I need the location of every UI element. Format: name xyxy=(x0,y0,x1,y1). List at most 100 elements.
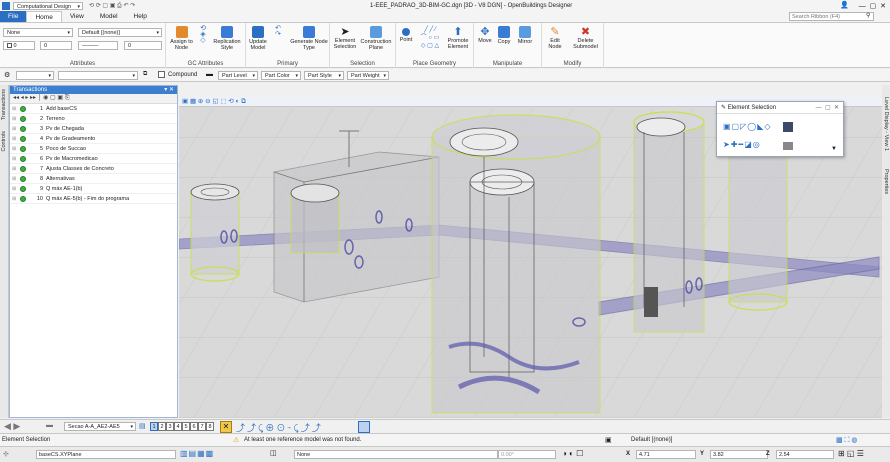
construction-plane-button[interactable]: Construction Plane xyxy=(358,26,394,51)
copy-button[interactable]: Copy xyxy=(495,26,513,45)
transaction-row[interactable]: ⊞ 1 Add baseCS xyxy=(10,104,177,114)
selection-mode-buttons[interactable]: ➤✚━◪◎ xyxy=(723,140,761,149)
part-color-select[interactable]: Part Color ▾ xyxy=(261,71,301,80)
coord-lock-icons[interactable]: ⊞ ◱ ☰ xyxy=(838,449,864,458)
transaction-row[interactable]: ⊞ 5 Poco de Succao xyxy=(10,144,177,154)
status-icons[interactable]: ▩ ⛶ ◍ xyxy=(836,436,858,445)
tab-file[interactable]: File xyxy=(0,11,27,22)
transaction-status-icon[interactable] xyxy=(20,105,26,112)
x-coordinate-field[interactable]: 4.71 xyxy=(636,450,696,459)
expand-icon[interactable]: ⊞ xyxy=(10,146,18,152)
saved-view-select[interactable]: Secao A-A_AE2-AE5 ▾ xyxy=(64,422,136,431)
weight-select[interactable]: 0 xyxy=(40,41,72,50)
user-icon[interactable]: 👤 xyxy=(840,1,849,9)
tool-icon[interactable]: ⧉ xyxy=(143,71,147,78)
selection-options-icon[interactable] xyxy=(783,142,793,150)
expand-icon[interactable]: ⊞ xyxy=(10,196,18,202)
expand-icon[interactable]: ⊞ xyxy=(10,136,18,142)
active-level-field[interactable]: None xyxy=(294,450,498,459)
transaction-status-icon[interactable] xyxy=(20,145,26,152)
z-coordinate-field[interactable]: 2.54 xyxy=(776,450,834,459)
view-button-4[interactable]: 4 xyxy=(174,422,182,431)
expand-icon[interactable]: ⊞ xyxy=(10,186,18,192)
transaction-row[interactable]: ⊞ 7 Ajusta Classes de Concreto xyxy=(10,164,177,174)
snap-button[interactable]: ✕ xyxy=(220,421,232,433)
transaction-row[interactable]: ⊞ 4 Pv de Gradeamento xyxy=(10,134,177,144)
tab-help[interactable]: Help xyxy=(126,11,155,22)
transaction-status-icon[interactable] xyxy=(20,135,26,142)
view-window-icon[interactable]: ▤ xyxy=(139,422,146,430)
angle-field[interactable]: 0.00° xyxy=(498,450,556,459)
view-button-3[interactable]: 3 xyxy=(166,422,174,431)
expand-icon[interactable]: ⊞ xyxy=(10,166,18,172)
transaction-row[interactable]: ⊞ 10 Q máx AE-5(b) - Fim do programa xyxy=(10,194,177,204)
undo-redo-button[interactable]: ↶ ↷ xyxy=(270,25,286,38)
transaction-row[interactable]: ⊞ 6 Pv de Macromedicao xyxy=(10,154,177,164)
edit-node-button[interactable]: ✎ Edit Node xyxy=(544,26,566,50)
generate-node-type-button[interactable]: Generate Node Type xyxy=(290,26,328,51)
promote-element-button[interactable]: ⬆ Promote Element xyxy=(444,26,472,50)
delete-submodel-button[interactable]: ✖ Delete Submodel xyxy=(569,26,602,50)
assign-to-node-button[interactable]: Assign to Node xyxy=(169,26,194,51)
move-button[interactable]: ✥ Move xyxy=(476,26,494,44)
transaction-status-icon[interactable] xyxy=(20,195,26,202)
side-tab-properties[interactable]: Properties xyxy=(883,169,889,194)
transaction-status-icon[interactable] xyxy=(20,185,26,192)
workflow-select[interactable]: Computational Design ▾ xyxy=(13,1,83,10)
y-coordinate-field[interactable]: 3.82 xyxy=(710,450,768,459)
transaction-row[interactable]: ⊞ 8 Alternativas xyxy=(10,174,177,184)
close-icon[interactable]: ▾ ✕ xyxy=(164,86,174,94)
view-button-2[interactable]: 2 xyxy=(158,422,166,431)
geometry-tools[interactable]: ╱ ╱ ⁄ ⌒ ○ ▭ ◇ ▢ △ xyxy=(416,26,444,50)
lock-icons[interactable]: ◑ ◐ ☐ xyxy=(562,449,583,458)
transaction-status-icon[interactable] xyxy=(20,115,26,122)
search-input[interactable] xyxy=(789,12,874,21)
transaction-row[interactable]: ⊞ 2 Terreno xyxy=(10,114,177,124)
tab-view[interactable]: View xyxy=(62,11,92,22)
compound-checkbox[interactable] xyxy=(158,71,165,78)
part-weight-select[interactable]: Part Weight ▾ xyxy=(347,71,389,80)
tab-model[interactable]: Model xyxy=(92,11,126,22)
side-tab-controls[interactable]: Controls xyxy=(1,131,7,151)
tab-home[interactable]: Home xyxy=(26,11,62,22)
attribute-tools[interactable]: ⟲ ◈ ◇ xyxy=(196,25,210,44)
transaction-status-icon[interactable] xyxy=(20,155,26,162)
side-tab-level-display[interactable]: Level Display - View 1 xyxy=(883,97,889,151)
point-button[interactable]: Point xyxy=(398,26,414,43)
part-level-select[interactable]: Part Level ▾ xyxy=(218,71,258,80)
search-icon[interactable]: ⚲ xyxy=(866,12,870,19)
expand-arrow-icon[interactable]: ▼ xyxy=(831,146,837,152)
clear-selection-icon[interactable] xyxy=(783,122,793,132)
element-selection-button[interactable]: ➤ Element Selection xyxy=(332,26,358,50)
transaction-status-icon[interactable] xyxy=(20,175,26,182)
mirror-button[interactable]: Mirror xyxy=(514,26,536,45)
close-icon[interactable]: — ▢ ✕ xyxy=(816,102,839,114)
transaction-row[interactable]: ⊞ 3 Pv de Chegada xyxy=(10,124,177,134)
expand-icon[interactable]: ⊞ xyxy=(10,106,18,112)
expand-icon[interactable]: ⊞ xyxy=(10,156,18,162)
level-select[interactable]: None ▾ xyxy=(3,28,73,37)
view-button-7[interactable]: 7 xyxy=(198,422,206,431)
view-tools[interactable]: ▣ ▦ ⊕ ⊖ ◱ ⬚ ⟲ ◐ ⧉ xyxy=(182,97,246,106)
transparency-field[interactable]: 0 xyxy=(124,41,162,50)
quick-access-toolbar[interactable]: ⟲ ⟳ ▢ ▣ ⎙ ↶ ↷ xyxy=(89,2,135,10)
linestyle-select[interactable]: ——— xyxy=(78,41,118,50)
transaction-status-icon[interactable] xyxy=(20,165,26,172)
view-button-1[interactable]: 1 xyxy=(150,422,158,431)
acs-field[interactable]: baseCS.XYPlane xyxy=(36,450,176,459)
accudraw-button[interactable] xyxy=(358,421,370,433)
tool-select-2[interactable]: ▾ xyxy=(58,71,138,80)
style-select[interactable]: Default [(none)] ▾ xyxy=(78,28,162,37)
tool-select-1[interactable]: ▾ xyxy=(16,71,54,80)
part-style-select[interactable]: Part Style ▾ xyxy=(304,71,344,80)
window-controls[interactable]: — ▢ ✕ xyxy=(859,2,886,10)
replication-style-button[interactable]: Replication Style xyxy=(212,26,242,51)
color-select[interactable]: 0 xyxy=(3,41,35,50)
expand-icon[interactable]: ⊞ xyxy=(10,126,18,132)
expand-icon[interactable]: ⊞ xyxy=(10,116,18,122)
tool-settings-icon[interactable]: ⚙ xyxy=(4,71,10,79)
transactions-toolbar[interactable]: ◂◂ ◂ ▸ ▸▸ │ ◉ ▢ ▣ ⎘ xyxy=(10,94,177,104)
view-button-8[interactable]: 8 xyxy=(206,422,214,431)
update-model-button[interactable]: Update Model xyxy=(248,26,268,51)
transaction-row[interactable]: ⊞ 9 Q máx AE-1(b) xyxy=(10,184,177,194)
